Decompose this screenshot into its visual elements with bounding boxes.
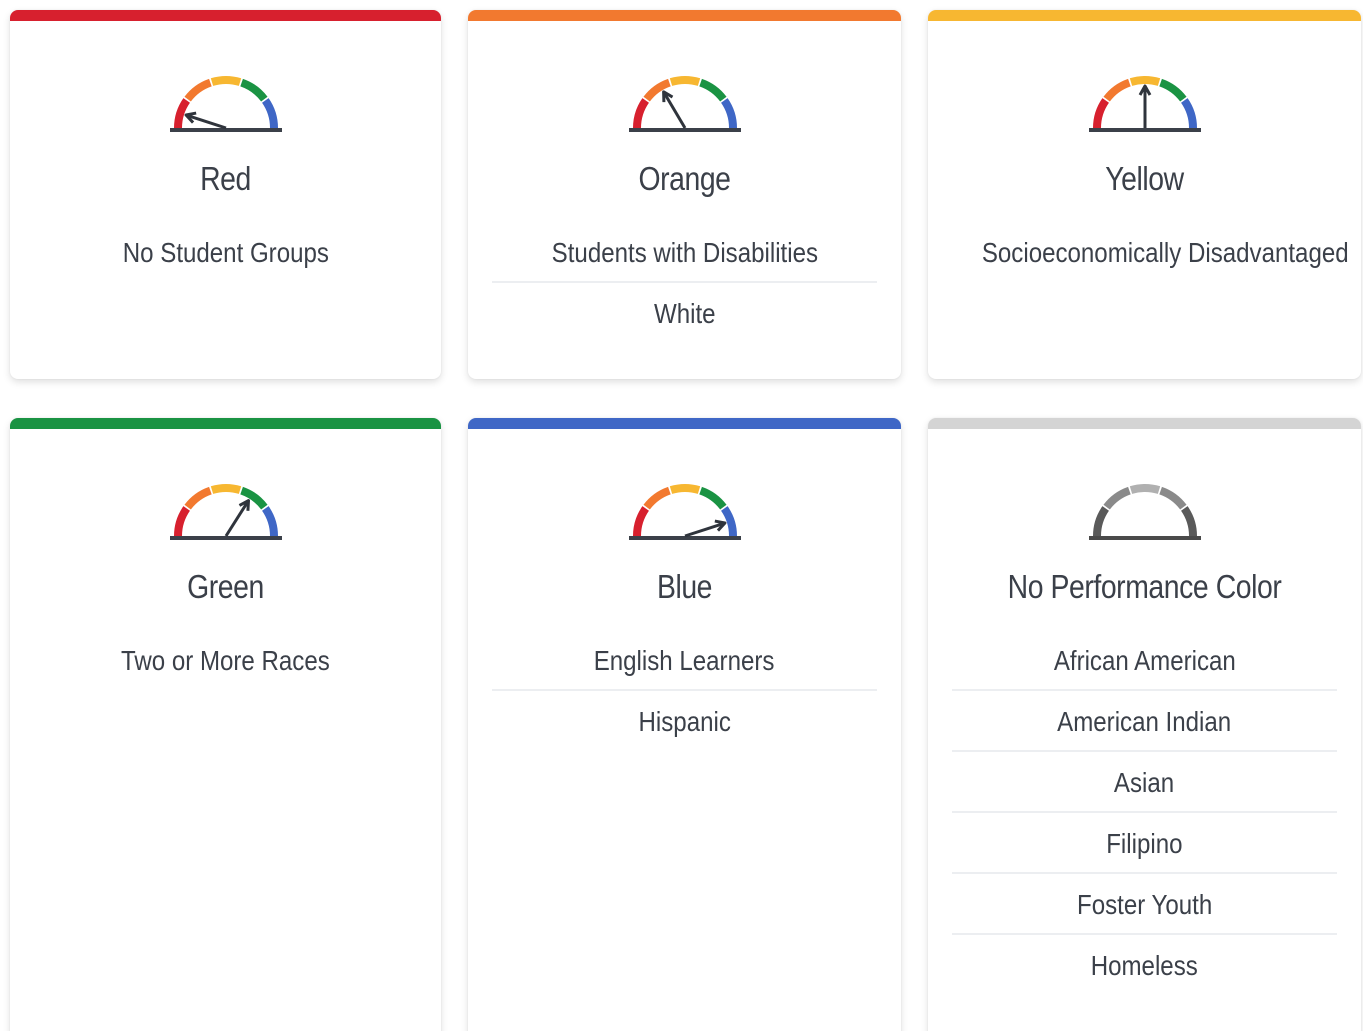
gauge-segment <box>720 98 737 129</box>
student-group-item: American Indian <box>952 691 1337 752</box>
gauge-segment <box>1092 98 1109 129</box>
student-group-item: Asian <box>952 752 1337 813</box>
student-group-label: White <box>653 298 716 329</box>
student-group-label: Foster Youth <box>1076 889 1213 920</box>
student-group-label: Students with Disabilities <box>551 237 818 268</box>
gauge-segment <box>183 486 212 510</box>
gauge-segment <box>632 98 649 129</box>
performance-card-green: Green Two or More Races <box>10 418 441 1031</box>
gauge-segment <box>261 98 278 129</box>
gauge-icon <box>1088 484 1201 540</box>
student-group-item: Foster Youth <box>952 874 1337 935</box>
gauge-segment <box>642 486 671 510</box>
gauge-segment <box>1129 76 1160 86</box>
card-accent-bar <box>928 418 1361 429</box>
gauge-segment <box>698 78 727 102</box>
card-accent-bar <box>928 10 1361 21</box>
student-group-label: Filipino <box>1106 828 1183 859</box>
gauge-segment <box>632 506 649 537</box>
gauge-icon <box>628 484 741 540</box>
gauge-segment <box>261 506 278 537</box>
gauge-needle <box>661 91 686 129</box>
gauge-segment <box>1180 506 1197 537</box>
performance-card-orange: Orange Students with Disabilities White <box>468 10 901 379</box>
gauge-segment <box>1102 78 1131 102</box>
student-group-label: No Student Groups <box>122 237 329 268</box>
performance-color-grid: Red No Student Groups Orange Students wi… <box>0 0 1363 1031</box>
gauge-segment <box>1158 78 1187 102</box>
gauge-segment <box>210 484 241 494</box>
student-group-label: Asian <box>1114 767 1175 798</box>
student-group-label: Hispanic <box>638 706 731 737</box>
gauge-segment <box>173 506 190 537</box>
gauge-icon <box>169 76 282 132</box>
student-group-label: African American <box>1053 645 1236 676</box>
gauge-segment <box>1180 98 1197 129</box>
gauge-icon <box>1088 76 1201 132</box>
performance-card-no-color: No Performance Color African American Ame… <box>928 418 1361 1031</box>
gauge-segment <box>669 76 700 86</box>
gauge-segment <box>1092 506 1109 537</box>
student-group-item: Hispanic <box>492 691 877 752</box>
student-group-list: No Student Groups <box>34 222 417 283</box>
student-group-list: Socioeconomically Disadvantaged <box>952 222 1349 283</box>
performance-level-title: No Performance Color <box>1007 568 1282 605</box>
card-accent-bar <box>10 418 441 429</box>
performance-card-blue: Blue English Learners Hispanic <box>468 418 901 1031</box>
student-group-item: Two or More Races <box>34 630 417 691</box>
student-group-item: White <box>492 283 877 344</box>
gauge-segment <box>698 486 727 510</box>
student-group-item: Socioeconomically Disadvantaged <box>952 222 1349 283</box>
student-group-label: Socioeconomically Disadvantaged <box>981 237 1349 268</box>
student-group-list: Students with Disabilities White <box>492 222 877 344</box>
gauge-needle <box>224 499 250 537</box>
card-accent-bar <box>468 10 901 21</box>
gauge-segment <box>183 78 212 102</box>
performance-level-title: Orange <box>638 160 731 197</box>
gauge-segment <box>210 76 241 86</box>
gauge-segment <box>1158 486 1187 510</box>
card-accent-bar <box>468 418 901 429</box>
performance-level-title: Green <box>187 568 264 605</box>
student-group-item: English Learners <box>492 630 877 691</box>
student-group-label: American Indian <box>1057 706 1232 737</box>
gauge-icon <box>169 484 282 540</box>
student-group-list: Two or More Races <box>34 630 417 691</box>
performance-card-yellow: Yellow Socioeconomically Disadvantaged <box>928 10 1361 379</box>
student-group-label: Two or More Races <box>121 645 330 676</box>
card-accent-bar <box>10 10 441 21</box>
gauge-segment <box>669 484 700 494</box>
performance-card-red: Red No Student Groups <box>10 10 441 379</box>
gauge-segment <box>239 78 268 102</box>
student-group-item: African American <box>952 630 1337 691</box>
student-group-item: Students with Disabilities <box>492 222 877 283</box>
student-group-item: Homeless <box>952 935 1337 996</box>
student-group-label: Homeless <box>1090 950 1199 981</box>
student-group-list: English Learners Hispanic <box>492 630 877 752</box>
student-group-label: English Learners <box>594 645 775 676</box>
student-group-list: African American American Indian Asian Fili… <box>952 630 1337 996</box>
gauge-segment <box>1102 486 1131 510</box>
student-group-item: Filipino <box>952 813 1337 874</box>
gauge-segment <box>1129 484 1160 494</box>
performance-level-title: Blue <box>656 568 713 605</box>
performance-level-title: Yellow <box>1105 160 1184 197</box>
student-group-item: No Student Groups <box>34 222 417 283</box>
performance-level-title: Red <box>200 160 251 197</box>
gauge-icon <box>628 76 741 132</box>
